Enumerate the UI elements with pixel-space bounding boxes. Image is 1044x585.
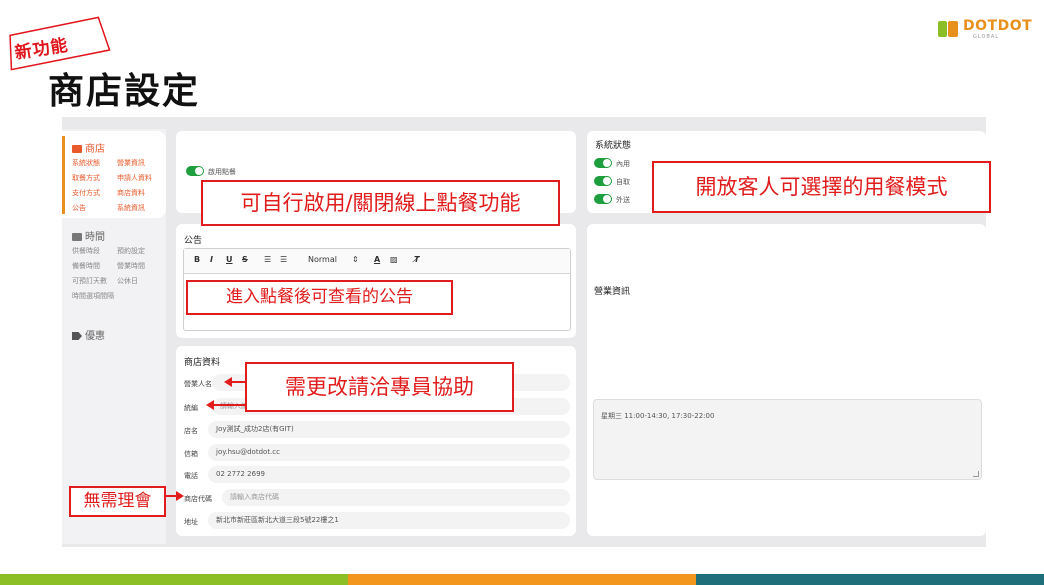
announcement-title: 公告 [184, 236, 203, 246]
sidebar-link-business-hours[interactable]: 營業時間 [117, 261, 145, 271]
resize-handle-icon[interactable] [973, 471, 979, 477]
address-input[interactable]: 新北市新莊區新北大道三段5號22樓之1 [208, 512, 570, 529]
store-data-title: 商店資料 [184, 358, 221, 368]
online-order-toggle[interactable] [186, 166, 204, 176]
dotdot-logo: DOTDOT GLOBAL [938, 17, 1034, 41]
background-color-icon[interactable]: ▨ [390, 255, 398, 264]
sidebar-item-label: 商店 [85, 144, 105, 155]
delivery-label: 外送 [616, 196, 630, 204]
logo-sub: GLOBAL [973, 34, 1000, 40]
sidebar-link-bookable-days[interactable]: 可預訂天數 [72, 276, 107, 286]
footer-stripe-green [0, 574, 348, 585]
format-select[interactable]: Normal [308, 255, 337, 264]
sidebar-link-store-data[interactable]: 商店資料 [117, 188, 145, 198]
slide-title: 商店設定 [48, 71, 201, 112]
tag-icon [72, 332, 82, 340]
phone-input[interactable]: 02 2772 2699 [208, 466, 570, 483]
callout-announcement: 進入點餐後可查看的公告 [186, 280, 453, 315]
sidebar-link-time-interval[interactable]: 時間選項間隔 [72, 291, 116, 302]
sidebar-link-holidays[interactable]: 公休日 [117, 276, 138, 286]
business-hours-textarea[interactable]: 星期三 11:00-14:30, 17:30-22:00 [593, 399, 982, 480]
sidebar-link-payment[interactable]: 支付方式 [72, 188, 100, 198]
sidebar-link-business-info[interactable]: 營業資訊 [117, 158, 145, 168]
arrow-head-icon [176, 491, 184, 501]
business-info-title: 營業資訊 [594, 287, 631, 297]
callout-contact-specialist: 需更改請洽專員協助 [245, 362, 514, 412]
arrow-head-icon [224, 377, 232, 387]
sidebar-link-meal-period[interactable]: 供餐時段 [72, 246, 100, 256]
business-hours-text: 星期三 11:00-14:30, 17:30-22:00 [601, 412, 715, 420]
sidebar-item-label: 優惠 [85, 331, 105, 342]
clear-format-icon[interactable]: T̸ [414, 255, 419, 264]
sidebar-item-promo[interactable]: 優惠 [72, 327, 105, 342]
system-status-title: 系統狀態 [595, 141, 632, 151]
sidebar-link-pickup[interactable]: 取餐方式 [72, 173, 100, 183]
callout-text: 開放客人可選擇的用餐模式 [695, 175, 948, 199]
editor-toolbar: B I U S ☰ ☰ Normal ⇕ A ▨ T̸ [184, 249, 570, 274]
underline-button[interactable]: U [226, 255, 233, 264]
pickup-toggle[interactable] [594, 176, 612, 186]
sidebar-link-applicant[interactable]: 申請人資料 [117, 173, 152, 183]
dine-in-label: 內用 [616, 160, 630, 168]
arrow-head-icon [206, 400, 214, 410]
text-color-icon[interactable]: A [374, 255, 380, 264]
store-code-input[interactable]: 請輸入商店代碼 [222, 489, 570, 506]
callout-text: 需更改請洽專員協助 [285, 375, 474, 399]
delivery-toggle[interactable] [594, 194, 612, 204]
store-name-input[interactable]: Joy測試_成功2店(有GIT) [208, 421, 570, 438]
callout-arrows [166, 377, 245, 501]
callout-dining-modes: 開放客人可選擇的用餐模式 [652, 161, 991, 213]
dine-in-toggle[interactable] [594, 158, 612, 168]
online-order-toggle-label: 啟用點餐 [208, 168, 236, 176]
business-info-card: 營業資訊 星期三 11:00-14:30, 17:30-22:00 [587, 224, 986, 536]
logo-mark-icon [938, 21, 958, 37]
format-dropdown-icon: ⇕ [352, 255, 359, 264]
sidebar-item-label: 時間 [85, 232, 105, 243]
sidebar-item-store[interactable]: 商店 [72, 140, 105, 155]
active-indicator [62, 136, 65, 214]
sidebar-link-reservation[interactable]: 預約設定 [117, 246, 145, 256]
callout-text: 進入點餐後可查看的公告 [226, 287, 413, 307]
store-icon [72, 145, 82, 153]
email-input[interactable]: joy.hsu@dotdot.cc [208, 444, 570, 461]
footer-stripe-teal [696, 574, 1044, 585]
callout-toggle-online-order: 可自行啟用/關閉線上點餐功能 [201, 180, 560, 226]
sidebar-link-prep-time[interactable]: 備餐時間 [72, 261, 100, 271]
logo-word: DOTDOT [963, 18, 1033, 34]
callout-text: 可自行啟用/關閉線上點餐功能 [240, 191, 521, 215]
italic-button[interactable]: I [210, 255, 213, 264]
strike-button[interactable]: S [242, 255, 248, 264]
sidebar-link-system-status[interactable]: 系統狀態 [72, 158, 100, 168]
sidebar-link-system-info[interactable]: 系統資訊 [117, 203, 145, 213]
sidebar-link-announcement[interactable]: 公告 [72, 203, 86, 213]
footer-stripe-orange [348, 574, 696, 585]
pickup-label: 自取 [616, 178, 630, 186]
calendar-icon [72, 233, 82, 241]
ordered-list-icon[interactable]: ☰ [264, 255, 271, 264]
bold-button[interactable]: B [194, 255, 200, 264]
bullet-list-icon[interactable]: ☰ [280, 255, 287, 264]
sidebar-item-time[interactable]: 時間 [72, 228, 105, 243]
